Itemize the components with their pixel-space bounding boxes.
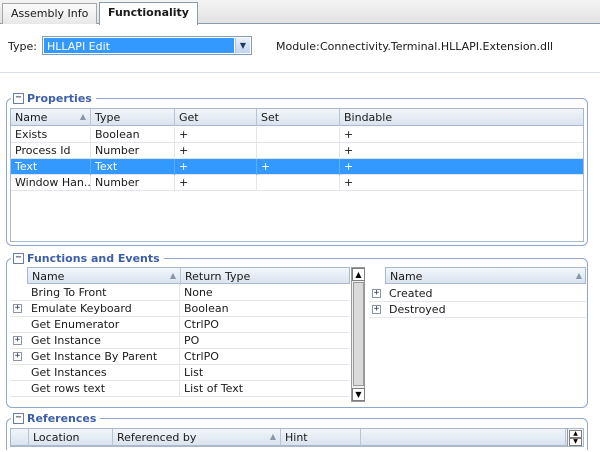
properties-group-header: − Properties <box>11 91 96 105</box>
list-item[interactable]: + Get Instance By Parent CtrlPO <box>10 349 350 365</box>
expand-icon[interactable]: + <box>13 304 22 313</box>
tab-strip: Assembly Info Functionality <box>0 0 600 25</box>
column-header-return-type[interactable]: Return Type <box>181 268 351 285</box>
list-item[interactable]: + Created <box>369 286 586 302</box>
column-header-get[interactable]: Get <box>175 109 257 126</box>
references-group: − References Location Referenced by ▲ Hi… <box>6 411 588 450</box>
list-item[interactable]: Get rows text List of Text <box>10 381 350 397</box>
collapse-icon[interactable]: − <box>13 92 24 104</box>
column-header-set[interactable]: Set <box>257 109 340 126</box>
type-dropdown[interactable]: HLLAPI Edit ▼ <box>42 36 252 55</box>
column-header-name[interactable]: Name ▲ <box>28 268 181 285</box>
column-header-event-name[interactable]: Name ▲ <box>386 268 586 285</box>
sort-ascending-icon: ▲ <box>169 271 176 280</box>
list-item[interactable]: Bring To Front None <box>10 285 350 301</box>
collapse-icon[interactable]: − <box>13 412 24 424</box>
properties-grid-header: Name ▲ Type Get Set Bindable <box>11 109 583 126</box>
functions-group-header: − Functions and Events <box>11 251 164 265</box>
properties-title: Properties <box>27 91 92 105</box>
expand-icon[interactable]: + <box>372 289 381 298</box>
table-row[interactable]: Exists Boolean + + <box>11 127 583 143</box>
sort-ascending-icon: ▲ <box>269 432 276 441</box>
expand-icon[interactable]: + <box>372 305 381 314</box>
functions-grid-header: Name ▲ Return Type <box>27 267 351 285</box>
sort-ascending-icon: ▲ <box>575 271 582 280</box>
column-header-bindable[interactable]: Bindable <box>340 109 583 126</box>
column-header-referenced-by[interactable]: Referenced by ▲ <box>113 429 281 446</box>
column-header-name[interactable]: Name ▲ <box>11 109 91 126</box>
references-group-header: − References <box>11 411 101 425</box>
tab-assembly-info[interactable]: Assembly Info <box>2 3 98 24</box>
module-label: Module: <box>276 40 320 53</box>
scroll-down-icon[interactable]: ▼ <box>569 438 582 446</box>
list-item[interactable]: + Emulate Keyboard Boolean <box>10 301 350 317</box>
functions-grid: Name ▲ Return Type Bring To Front None +… <box>10 267 366 406</box>
scroll-up-icon[interactable]: ▲ <box>569 430 582 438</box>
table-row[interactable]: Window Han... Number + + <box>11 175 583 191</box>
header-separator <box>0 72 600 73</box>
list-item[interactable]: + Destroyed <box>369 302 586 318</box>
scroll-down-icon[interactable]: ▼ <box>352 388 365 401</box>
functions-title: Functions and Events <box>27 251 160 265</box>
functions-events-group: − Functions and Events Name ▲ Return Typ… <box>6 251 588 408</box>
list-item[interactable]: + Get Instance PO <box>10 333 350 349</box>
scrollbar-thumb[interactable] <box>353 282 364 386</box>
references-title: References <box>27 411 97 425</box>
list-item[interactable]: Get Instances List <box>10 365 350 381</box>
collapse-icon[interactable]: − <box>13 252 24 264</box>
table-row-selected[interactable]: Text Text + + + <box>11 159 583 175</box>
events-grid: Name ▲ + Created + Destroyed <box>369 267 586 327</box>
references-grid-header: Location Referenced by ▲ Hint <box>11 429 583 446</box>
references-scrollbar[interactable]: ▲ ▼ <box>567 429 583 446</box>
scroll-up-icon[interactable]: ▲ <box>352 268 365 281</box>
expand-icon[interactable]: + <box>13 352 22 361</box>
type-label: Type: <box>8 40 37 53</box>
references-grid: Location Referenced by ▲ Hint ▲ ▼ <box>10 428 584 447</box>
type-dropdown-value: HLLAPI Edit <box>44 38 234 53</box>
column-header-filler <box>361 429 566 446</box>
chevron-down-icon[interactable]: ▼ <box>235 38 250 53</box>
column-header-type[interactable]: Type <box>91 109 175 126</box>
properties-group: − Properties Name ▲ Type Get Set Bindabl… <box>6 91 588 246</box>
tab-functionality-label: Functionality <box>108 6 189 19</box>
expand-icon[interactable]: + <box>13 336 22 345</box>
module-value: Connectivity.Terminal.HLLAPI.Extension.d… <box>320 40 554 53</box>
list-item[interactable]: Get Enumerator CtrlPO <box>10 317 350 333</box>
sort-ascending-icon: ▲ <box>79 112 86 121</box>
events-grid-header: Name ▲ <box>385 267 586 284</box>
column-header-hint[interactable]: Hint <box>281 429 361 446</box>
table-row[interactable]: Process Id Number + + <box>11 143 583 159</box>
properties-grid: Name ▲ Type Get Set Bindable Exists Bool… <box>10 108 584 242</box>
tab-assembly-info-label: Assembly Info <box>11 7 89 20</box>
row-selector-header <box>11 429 29 446</box>
functions-rows: Bring To Front None + Emulate Keyboard B… <box>10 285 350 406</box>
tab-functionality[interactable]: Functionality <box>99 2 198 25</box>
column-header-location[interactable]: Location <box>29 429 113 446</box>
functions-scrollbar[interactable]: ▲ ▼ <box>351 267 365 402</box>
